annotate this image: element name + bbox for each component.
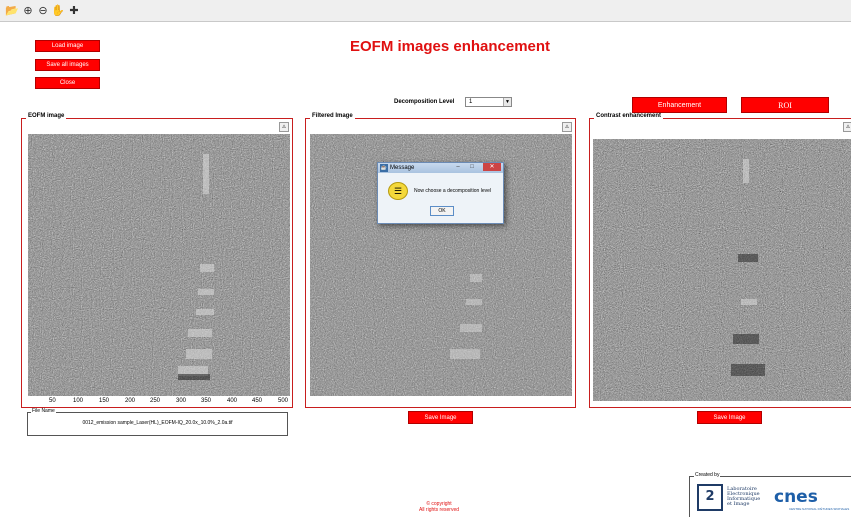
toolbar: 📂 ⊕ ⊖ ✋ ✚: [0, 0, 851, 22]
x-tick: 300: [176, 398, 187, 404]
zoom-out-icon[interactable]: ⊖: [36, 4, 50, 18]
load-image-button[interactable]: Load image: [35, 40, 100, 52]
pan-hand-icon[interactable]: ✋: [51, 4, 65, 18]
file-name-box: File Name 0012_emission sample_Laser(HL)…: [27, 408, 288, 436]
eofm-image-noise: [28, 134, 290, 396]
data-cursor-icon[interactable]: ✚: [67, 4, 81, 18]
save-all-images-button[interactable]: Save all images: [35, 59, 100, 71]
roi-button[interactable]: ROI: [741, 97, 829, 113]
l2i-logo: 2: [697, 484, 723, 511]
save-image-filtered-button[interactable]: Save Image: [408, 411, 473, 424]
close-button[interactable]: Close: [35, 77, 100, 89]
chevron-down-icon[interactable]: ▼: [503, 98, 511, 106]
info-message-icon: ☰: [388, 182, 408, 200]
minimize-icon[interactable]: –: [453, 163, 463, 171]
page-title: EOFM images enhancement: [350, 38, 551, 55]
zoom-in-icon[interactable]: ⊕: [21, 4, 35, 18]
file-name-title: File Name: [31, 408, 56, 414]
contrast-image-noise: [593, 139, 851, 401]
x-tick: 150: [99, 398, 110, 404]
expand-icon[interactable]: ▵: [562, 122, 572, 132]
x-tick: 250: [150, 398, 161, 404]
expand-icon[interactable]: ▵: [843, 122, 851, 132]
eofm-image: [28, 134, 290, 396]
open-folder-icon[interactable]: 📂: [5, 4, 19, 18]
lab-line: et Image: [727, 501, 750, 507]
x-axis: 50 100 150 200 250 300 350 400 450 500: [28, 398, 290, 408]
dialog-title: Message: [390, 165, 415, 171]
copyright: © copyright All rights reserved: [404, 501, 474, 513]
ok-button[interactable]: OK: [430, 206, 454, 216]
enhancement-button[interactable]: Enhancement: [632, 97, 727, 113]
decomposition-level-label: Decomposition Level: [394, 99, 455, 105]
eofm-panel-title: EOFM image: [26, 113, 67, 119]
expand-icon[interactable]: ▵: [279, 122, 289, 132]
copyright-line2: All rights reserved: [418, 507, 459, 513]
lab-name: Laboratoire Electronique Informatique et…: [727, 487, 760, 507]
decomposition-level-value: 1: [469, 99, 473, 105]
x-tick: 400: [227, 398, 238, 404]
dialog-message: Now choose a decomposition level: [414, 188, 491, 194]
contrast-panel-title: Contrast enhancement: [594, 113, 664, 119]
maximize-icon[interactable]: □: [466, 163, 478, 171]
x-tick: 100: [73, 398, 84, 404]
cnes-subtitle: CENTRE NATIONAL D'ÉTUDES SPATIALES: [789, 507, 850, 511]
filtered-panel-title: Filtered Image: [310, 113, 355, 119]
x-tick: 350: [201, 398, 212, 404]
x-tick: 200: [125, 398, 136, 404]
x-tick: 50: [49, 398, 56, 404]
file-name-value: 0012_emission sample_Laser(HL)_EOFM-IQ_2…: [82, 420, 233, 426]
dialog-title-bar: ☕ Message – □ ✕: [378, 163, 503, 173]
cnes-logo: cnes: [774, 487, 818, 507]
save-image-contrast-button[interactable]: Save Image: [697, 411, 762, 424]
decomposition-level-select[interactable]: 1 ▼: [465, 97, 512, 107]
x-tick: 500: [278, 398, 289, 404]
contrast-image: [593, 139, 851, 401]
x-tick: 450: [252, 398, 263, 404]
created-by-title: Created by: [694, 472, 721, 478]
message-dialog: ☕ Message – □ ✕ ☰ Now choose a decomposi…: [377, 162, 504, 224]
created-by-box: Created by 2 Laboratoire Electronique In…: [689, 472, 851, 517]
close-icon[interactable]: ✕: [483, 163, 501, 171]
java-icon: ☕: [380, 164, 388, 172]
